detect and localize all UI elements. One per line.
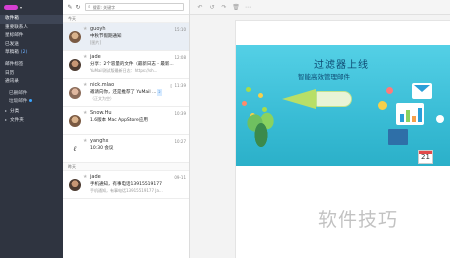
star-icon[interactable]: ★ [83, 26, 87, 32]
mail-time: 12:08 [174, 55, 186, 60]
mail-item[interactable]: ℓ ★ yanghx 10:27 10:30 会议 [63, 135, 189, 163]
sidebar-item-deleted[interactable]: 已删邮件 [0, 90, 63, 99]
document-icon [388, 129, 408, 145]
avatar [69, 179, 81, 191]
sidebar-item-calendar[interactable]: 日历 [0, 70, 63, 79]
mail-item[interactable]: ★ Snow.Hu 10:39 1.6版本 Mac AppStore应用 [63, 107, 189, 135]
avatar: ℓ [69, 143, 81, 155]
banner-subtitle: 智能高效管理邮件 [298, 73, 350, 81]
star-icon[interactable]: ★ [83, 82, 87, 88]
mail-subject: 手机通知，有事电话13915519177 [90, 182, 162, 187]
bubble-decoration [436, 115, 444, 123]
mail-time: 10:39 [174, 111, 186, 116]
attachment-icon: ▯ [170, 83, 173, 88]
mail-time: 11:39 [174, 83, 186, 88]
mail-subject: 中秋节假期通知 [90, 34, 122, 39]
mail-time: 15:10 [174, 27, 186, 32]
mail-list[interactable]: 今天 ★ guoyh 15:10 中秋节假期通知 [图片] ★ jade 12:08… [63, 15, 189, 258]
mail-time: 10:27 [174, 139, 186, 144]
mail-preview [90, 152, 186, 158]
mail-sender: guoyh [90, 26, 106, 32]
reply-all-icon[interactable]: ↺ [208, 4, 216, 11]
search-icon: ⌕ [88, 5, 91, 10]
mail-sender: Snow.Hu [90, 110, 112, 116]
sidebar-item-mail-tags[interactable]: 邮件标签 [0, 61, 63, 70]
mail-subject: 邀请向你，还是推荐了 YuMail ... 2 [90, 89, 162, 96]
mail-item[interactable]: ★ guoyh 15:10 中秋节假期通知 [图片] [63, 23, 189, 51]
list-toolbar: ✎ ↻ ⌕ [63, 0, 189, 15]
calendar-icon: 21 [418, 150, 433, 164]
mail-subject: 10:30 会议 [90, 146, 114, 151]
sidebar-item-sent[interactable]: 已发送 [0, 41, 63, 50]
avatar [69, 59, 81, 71]
sidebar-item-folders[interactable]: ▸ 文件夹 [0, 116, 63, 125]
group-header-today: 今天 [63, 15, 189, 23]
bubble-decoration [378, 101, 387, 110]
unread-dot-icon [29, 99, 33, 103]
search-box[interactable]: ⌕ [85, 3, 184, 11]
star-icon[interactable]: ★ [83, 138, 87, 144]
delete-icon[interactable]: 🗑 [232, 4, 240, 11]
mail-list-panel: ✎ ↻ ⌕ 今天 ★ guoyh 15:10 中秋节假期通知 [图片] ★ jad… [63, 0, 190, 258]
promo-banner: 过滤器上线 智能高效管理邮件 21 [236, 45, 450, 166]
funnel-illustration [282, 89, 316, 109]
compose-icon[interactable]: ✎ [66, 3, 74, 11]
sidebar-item-important-contacts[interactable]: 重要联系人 [0, 24, 63, 33]
avatar [69, 87, 81, 99]
mail-subject: 1.6版本 Mac AppStore应用 [90, 118, 148, 123]
mail-sender: jade [90, 54, 101, 60]
mail-subject: 分享：2个容量的文件（最新日志 - 最新... [90, 62, 174, 67]
group-header-yesterday: 昨天 [63, 163, 189, 171]
star-icon[interactable]: ★ [83, 54, 87, 60]
chevron-down-icon: ▾ [20, 5, 23, 10]
plant-illustration [246, 107, 276, 147]
avatar [69, 31, 81, 43]
chart-card-icon [396, 103, 424, 125]
star-icon[interactable]: ★ [83, 174, 87, 180]
refresh-icon[interactable]: ↻ [74, 3, 82, 11]
mail-item[interactable]: ★ jade 09-11 手机通知，有事电话13915519177 手机通知，有事… [63, 171, 189, 199]
sidebar-item-categories[interactable]: ▸ 分类 [0, 107, 63, 116]
envelope-icon [412, 83, 432, 99]
sidebar-item-inbox[interactable]: 收件箱 [0, 15, 63, 24]
sidebar: ▾ 收件箱 重要联系人 星标邮件 已发送 草稿箱 (2) 邮件标签 日历 通讯录 … [0, 0, 63, 258]
reader-toolbar: ↶ ↺ ↷ 🗑 ⋯ [190, 0, 450, 15]
sidebar-item-starred[interactable]: 星标邮件 [0, 32, 63, 41]
mail-count-badge: 2 [157, 89, 162, 96]
funnel-body-illustration [316, 91, 352, 107]
mail-preview [90, 124, 186, 130]
banner-title: 过滤器上线 [314, 60, 369, 71]
drafts-count: (2) [20, 50, 28, 56]
mail-sender: yanghx [90, 138, 109, 144]
watermark: 软件技巧 [318, 209, 399, 231]
mail-time: 09-11 [174, 175, 186, 180]
mail-sender: nick.mlao [90, 82, 115, 88]
sidebar-item-drafts[interactable]: 草稿箱 (2) [0, 49, 63, 58]
avatar [69, 115, 81, 127]
mail-preview: [图片] [90, 40, 102, 45]
reply-icon[interactable]: ↶ [196, 4, 204, 11]
app-logo [4, 5, 18, 10]
star-icon[interactable]: ★ [83, 110, 87, 116]
sidebar-item-contacts[interactable]: 通讯录 [0, 78, 63, 87]
more-icon[interactable]: ⋯ [244, 4, 252, 11]
mail-item[interactable]: ★ jade 12:08 分享：2个容量的文件（最新日志 - 最新... YuMa… [63, 51, 189, 79]
mail-sender: jade [90, 174, 101, 180]
sidebar-item-spam[interactable]: 垃圾邮件 [0, 98, 63, 107]
account-switcher[interactable]: ▾ [0, 0, 63, 15]
bubble-decoration [386, 87, 393, 94]
mail-preview: （正文为空） [90, 96, 114, 101]
search-input[interactable] [92, 4, 183, 10]
mail-preview: 手机通知，有事电话13915519177 Ja... [90, 188, 163, 193]
forward-icon[interactable]: ↷ [220, 4, 228, 11]
mail-item[interactable]: ★ nick.mlao ▯ 11:39 邀请向你，还是推荐了 YuMail ... 2… [63, 79, 189, 107]
mail-preview: YuMail测试版最新日志：https://sh... [90, 68, 158, 73]
